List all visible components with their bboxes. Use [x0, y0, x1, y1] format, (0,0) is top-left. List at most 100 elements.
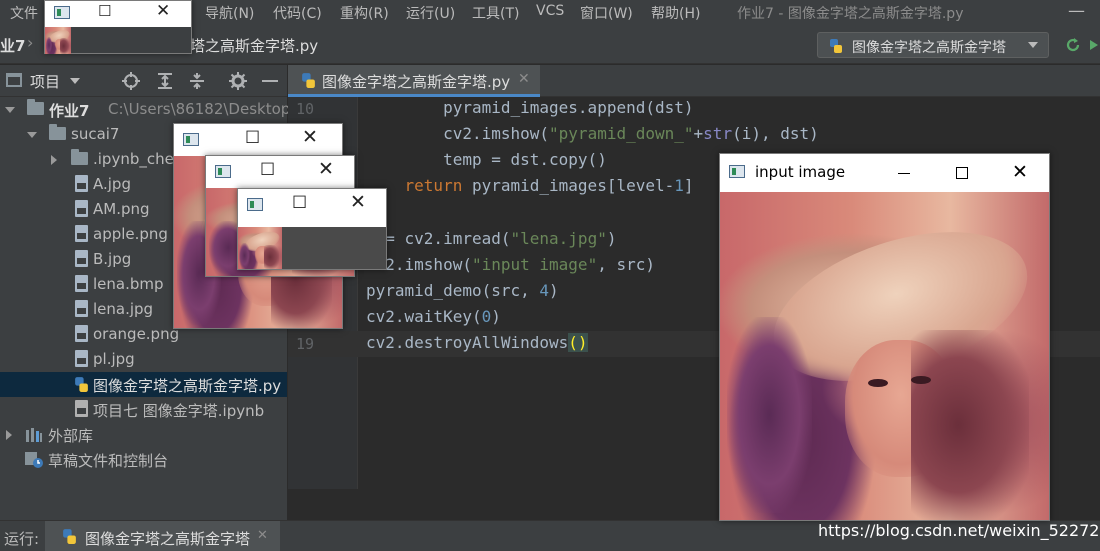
image-file-icon [75, 300, 88, 317]
image-canvas [720, 192, 1049, 520]
gear-icon[interactable] [229, 72, 247, 90]
chevron-down-icon[interactable] [70, 78, 80, 84]
code-line: temp = dst.copy() [366, 150, 607, 169]
tree-item-file[interactable]: pl.jpg [0, 347, 287, 372]
breadcrumb-file[interactable]: 塔之高斯金字塔.py [190, 35, 318, 56]
menu-vcs[interactable]: VCS [536, 3, 564, 19]
menu-window[interactable]: 窗口(W) [580, 3, 633, 23]
project-panel-title[interactable]: 项目 [30, 71, 60, 92]
app-icon [54, 6, 70, 19]
maximize-icon[interactable]: ☐ [245, 128, 260, 148]
python-icon [830, 39, 842, 53]
python-icon [63, 529, 76, 544]
run-tab[interactable]: 图像金字塔之高斯金字塔 ✕ [45, 521, 280, 551]
pyramid-window-level-2[interactable]: ☐ ✕ [237, 188, 387, 270]
menu-file[interactable]: 文件 [10, 3, 38, 23]
maximize-icon[interactable]: ☐ [98, 2, 111, 20]
code-line: cv2.waitKey(0) [366, 307, 501, 326]
folder-icon [27, 99, 44, 115]
close-icon[interactable]: ✕ [257, 528, 268, 543]
code-line: pyramid_demo(src, 4) [366, 281, 559, 300]
window-titlebar[interactable]: ☐ ✕ [238, 189, 386, 221]
editor-tab-active[interactable]: 图像金字塔之高斯金字塔.py ✕ [288, 65, 540, 97]
rerun-icon[interactable] [1063, 35, 1083, 55]
notebook-file-icon [75, 400, 88, 417]
close-icon[interactable]: ✕ [318, 158, 334, 180]
app-icon [183, 133, 199, 146]
folder-icon [71, 149, 88, 165]
window-body [71, 27, 191, 53]
close-icon[interactable]: ✕ [156, 1, 170, 21]
image-file-icon [75, 350, 88, 367]
collapse-all-icon[interactable] [188, 72, 206, 90]
minimize-icon[interactable]: — [1068, 1, 1085, 21]
watermark-text: https://blog.csdn.net/weixin_52272597 [818, 521, 1100, 540]
code-line: c = cv2.imread("lena.jpg") [366, 229, 617, 248]
app-icon [247, 198, 263, 211]
code-line: cv2.imshow("pyramid_down_"+str(i), dst) [366, 124, 819, 143]
window-title: 作业7 - 图像金字塔之高斯金字塔.py [737, 6, 964, 22]
line-number: 10 [296, 100, 315, 118]
image-file-icon [75, 200, 88, 217]
code-line: pyramid_images.append(dst) [366, 98, 694, 117]
run-config-label: 图像金字塔之高斯金字塔 [852, 40, 1006, 56]
close-icon[interactable]: ✕ [350, 191, 366, 213]
python-file-icon [75, 377, 88, 392]
pyramid-window-small[interactable]: ☐ ✕ [44, 0, 192, 54]
close-icon[interactable]: ✕ [302, 126, 318, 148]
tree-item-notebook[interactable]: 项目七 图像金字塔.ipynb [0, 397, 287, 422]
window-titlebar[interactable]: input image ✕ [720, 154, 1049, 192]
input-image-window[interactable]: input image ✕ [719, 153, 1050, 521]
editor-tab-bar: 图像金字塔之高斯金字塔.py ✕ [288, 65, 1100, 97]
maximize-icon[interactable]: ☐ [292, 193, 307, 213]
image-file-icon [75, 175, 88, 192]
menu-refactor[interactable]: 重构(R) [340, 3, 389, 23]
chevron-down-icon [1028, 42, 1038, 48]
tree-item-python-file[interactable]: 图像金字塔之高斯金字塔.py [0, 372, 287, 397]
tree-item-project-root[interactable]: 作业7 C:\Users\86182\Desktop\o [0, 97, 305, 122]
menu-help[interactable]: 帮助(H) [651, 3, 700, 23]
image-canvas [45, 27, 71, 54]
scratch-console-icon [25, 452, 43, 468]
menu-navigate[interactable]: 导航(N) [205, 3, 254, 23]
image-file-icon [75, 325, 88, 342]
image-file-icon [75, 250, 88, 267]
menu-tools[interactable]: 工具(T) [472, 3, 519, 23]
breadcrumb-separator-icon: › [27, 33, 34, 52]
window-body [282, 227, 386, 269]
image-file-icon [75, 275, 88, 292]
maximize-icon[interactable]: ☐ [260, 160, 275, 180]
close-icon[interactable]: ✕ [518, 71, 530, 87]
run-tab-label: 图像金字塔之高斯金字塔 [85, 530, 251, 548]
code-line: cv2.destroyAllWindows() [366, 333, 588, 352]
window-titlebar[interactable]: ☐ ✕ [206, 156, 354, 188]
code-line: cv2.imshow("input image", src) [366, 255, 655, 274]
line-number: 19 [296, 335, 315, 353]
build-icon[interactable] [1088, 36, 1100, 54]
tree-item-scratches[interactable]: 草稿文件和控制台 [0, 447, 287, 472]
window-titlebar[interactable]: ☐ ✕ [174, 124, 342, 156]
menu-code[interactable]: 代码(C) [273, 3, 322, 23]
expand-all-icon[interactable] [156, 72, 174, 90]
app-icon [729, 165, 745, 178]
editor-tab-label: 图像金字塔之高斯金字塔.py [322, 73, 511, 91]
close-icon[interactable]: ✕ [1012, 161, 1028, 183]
breadcrumb-project[interactable]: 业7 [0, 35, 25, 56]
image-file-icon [75, 225, 88, 242]
maximize-icon[interactable] [956, 167, 968, 179]
library-icon [26, 428, 42, 442]
window-titlebar[interactable]: ☐ ✕ [45, 1, 191, 27]
run-configuration-select[interactable]: 图像金字塔之高斯金字塔 [817, 32, 1049, 58]
window-title: input image [755, 163, 846, 181]
image-canvas [238, 227, 282, 269]
locate-icon[interactable] [122, 72, 140, 90]
hide-panel-icon[interactable] [262, 80, 278, 82]
tree-item-external-libraries[interactable]: 外部库 [0, 422, 287, 447]
project-panel-header: 项目 [0, 65, 287, 97]
menu-run[interactable]: 运行(U) [406, 3, 455, 23]
minimize-icon[interactable] [898, 173, 910, 174]
python-file-icon [302, 73, 315, 88]
code-line: return pyramid_images[level-1] [404, 176, 694, 195]
run-label: 运行: [4, 530, 40, 548]
folder-icon [49, 124, 66, 140]
